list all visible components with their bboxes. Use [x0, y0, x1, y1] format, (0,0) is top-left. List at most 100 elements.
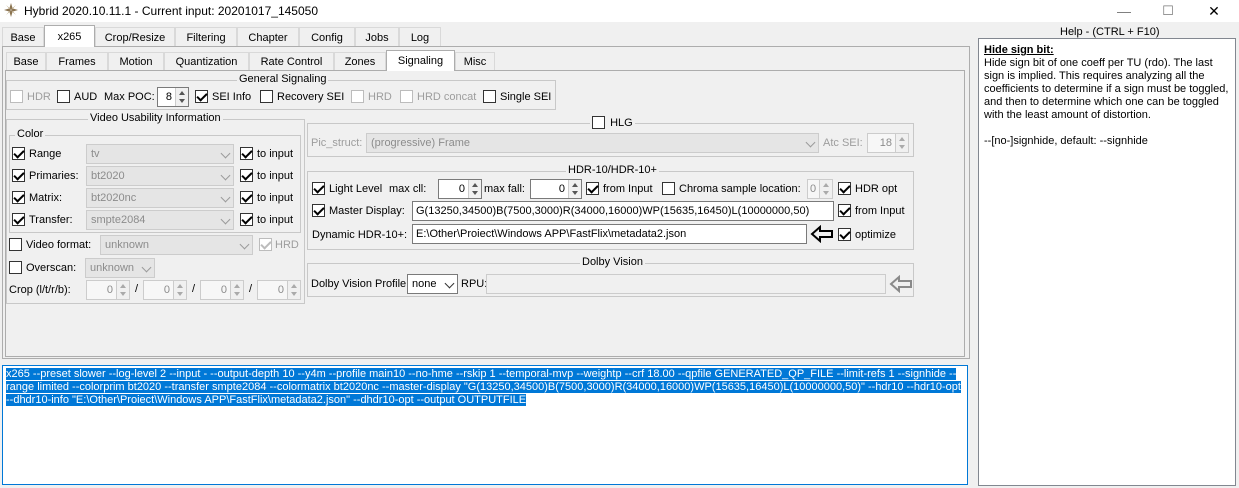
- max-fall-spinner[interactable]: 0: [530, 179, 582, 199]
- tab-config[interactable]: Config: [299, 27, 355, 47]
- minimize-button[interactable]: —: [1101, 0, 1147, 22]
- single-sei-label: Single SEI: [500, 91, 552, 103]
- transfer-checkbox[interactable]: [12, 213, 25, 226]
- atc-sei-spinner[interactable]: 18: [867, 133, 909, 153]
- matrix-select[interactable]: bt2020nc: [86, 188, 234, 208]
- aud-checkbox[interactable]: [57, 90, 70, 103]
- tab-crop-resize[interactable]: Crop/Resize: [95, 27, 175, 47]
- max-cll-spinner[interactable]: 0: [438, 179, 482, 199]
- master-from-input-checkbox[interactable]: [838, 204, 851, 217]
- optimize-label: optimize: [855, 229, 896, 241]
- range-to-input-label: to input: [257, 148, 294, 160]
- matrix-checkbox[interactable]: [12, 191, 25, 204]
- overscan-checkbox[interactable]: [9, 261, 22, 274]
- master-display-label: Master Display:: [329, 205, 405, 217]
- range-to-input-checkbox[interactable]: [240, 147, 253, 160]
- primaries-to-input-checkbox[interactable]: [240, 169, 253, 182]
- light-from-input-label: from Input: [603, 183, 653, 195]
- chevron-down-icon: [220, 214, 231, 225]
- spinner-arrows-icon[interactable]: [116, 281, 129, 299]
- rpu-input[interactable]: [486, 274, 886, 294]
- subtab-zones[interactable]: Zones: [334, 52, 386, 71]
- subtab-motion[interactable]: Motion: [108, 52, 164, 71]
- dolby-profile-select[interactable]: none: [407, 274, 458, 294]
- tab-base[interactable]: Base: [2, 27, 44, 47]
- tab-x265[interactable]: x265: [44, 25, 95, 47]
- subtab-rate-control[interactable]: Rate Control: [249, 52, 334, 71]
- chroma-spinner[interactable]: 0: [807, 179, 833, 199]
- recovery-sei-checkbox[interactable]: [260, 90, 273, 103]
- crop-bottom-spinner[interactable]: 0: [257, 280, 301, 300]
- crop-top-spinner[interactable]: 0: [143, 280, 187, 300]
- video-format-select[interactable]: unknown: [100, 235, 253, 255]
- close-button[interactable]: ✕: [1191, 0, 1237, 22]
- spinner-arrows-icon[interactable]: [568, 180, 581, 198]
- hrd-concat-checkbox[interactable]: [400, 90, 413, 103]
- master-from-input-label: from Input: [855, 205, 905, 217]
- optimize-checkbox[interactable]: [838, 228, 851, 241]
- command-line-output[interactable]: x265 --preset slower --log-level 2 --inp…: [2, 365, 968, 485]
- spinner-arrows-icon[interactable]: [287, 281, 300, 299]
- tab-log[interactable]: Log: [399, 27, 441, 47]
- spinner-arrows-icon[interactable]: [895, 134, 908, 152]
- video-format-label: Video format:: [26, 239, 92, 251]
- general-signaling-title: General Signaling: [237, 73, 329, 85]
- app-logo-icon: [4, 3, 18, 17]
- left-arrow-icon[interactable]: [810, 225, 834, 243]
- range-label: Range: [29, 148, 62, 160]
- video-format-checkbox[interactable]: [9, 238, 22, 251]
- subtab-signaling[interactable]: Signaling: [386, 50, 455, 71]
- chevron-down-icon: [239, 239, 250, 250]
- primaries-select[interactable]: bt2020: [86, 166, 234, 186]
- subtab-misc[interactable]: Misc: [455, 52, 495, 71]
- master-display-input[interactable]: G(13250,34500)B(7500,3000)R(34000,16000)…: [412, 201, 834, 221]
- light-level-checkbox[interactable]: [312, 182, 325, 195]
- tab-filtering[interactable]: Filtering: [175, 27, 237, 47]
- hrd-concat-label: HRD concat: [417, 91, 477, 103]
- crop-separator: /: [249, 283, 253, 295]
- primaries-checkbox[interactable]: [12, 169, 25, 182]
- matrix-label: Matrix:: [29, 192, 62, 204]
- max-poc-spinner[interactable]: 8: [157, 87, 189, 107]
- crop-left-spinner[interactable]: 0: [86, 280, 130, 300]
- chroma-label: Chroma sample location:: [679, 183, 801, 195]
- spinner-arrows-icon[interactable]: [468, 180, 481, 198]
- hlg-checkbox[interactable]: [592, 116, 605, 129]
- overscan-select[interactable]: unknown: [85, 258, 155, 278]
- subtab-base[interactable]: Base: [6, 52, 46, 71]
- sei-info-checkbox[interactable]: [195, 90, 208, 103]
- hrd-checkbox[interactable]: [351, 90, 364, 103]
- light-from-input-checkbox[interactable]: [586, 182, 599, 195]
- subtab-quantization[interactable]: Quantization: [164, 52, 249, 71]
- tab-jobs[interactable]: Jobs: [355, 27, 399, 47]
- spinner-arrows-icon[interactable]: [230, 281, 243, 299]
- range-select[interactable]: tv: [86, 144, 234, 164]
- spinner-arrows-icon[interactable]: [819, 180, 832, 198]
- subtab-frames[interactable]: Frames: [46, 52, 108, 71]
- range-checkbox[interactable]: [12, 147, 25, 160]
- transfer-select[interactable]: smpte2084: [86, 210, 234, 230]
- chevron-down-icon: [141, 262, 152, 273]
- crop-right-spinner[interactable]: 0: [200, 280, 244, 300]
- spinner-arrows-icon[interactable]: [173, 281, 186, 299]
- crop-separator: /: [135, 283, 139, 295]
- dynamic-hdr-input[interactable]: E:\Other\Proiect\Windows APP\FastFlix\me…: [412, 224, 807, 244]
- overscan-label: Overscan:: [26, 262, 77, 274]
- chroma-checkbox[interactable]: [662, 182, 675, 195]
- pic-struct-select[interactable]: (progressive) Frame: [366, 133, 819, 153]
- maximize-button[interactable]: ☐: [1145, 0, 1191, 22]
- matrix-to-input-checkbox[interactable]: [240, 191, 253, 204]
- vui-hrd-label: HRD: [275, 239, 299, 251]
- single-sei-checkbox[interactable]: [483, 90, 496, 103]
- left-arrow-icon[interactable]: [889, 275, 913, 293]
- transfer-to-input-checkbox[interactable]: [240, 213, 253, 226]
- master-display-checkbox[interactable]: [312, 204, 325, 217]
- vui-hrd-checkbox[interactable]: [259, 238, 272, 251]
- hdr-label: HDR: [27, 91, 51, 103]
- tab-chapter[interactable]: Chapter: [237, 27, 299, 47]
- hdr-opt-checkbox[interactable]: [838, 182, 851, 195]
- spinner-arrows-icon[interactable]: [175, 88, 188, 106]
- hlg-label: HLG: [610, 116, 633, 129]
- sei-info-label: SEI Info: [212, 91, 252, 103]
- hdr-checkbox[interactable]: [10, 90, 23, 103]
